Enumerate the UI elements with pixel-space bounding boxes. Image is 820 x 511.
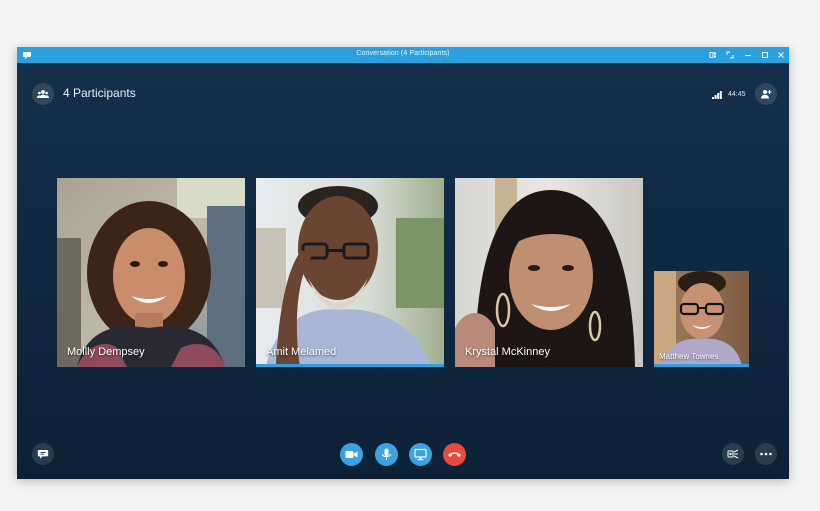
add-people-button[interactable] bbox=[755, 83, 777, 105]
window-title: Conversation (4 Participants) bbox=[356, 50, 450, 57]
screen-layout-icon[interactable] bbox=[708, 50, 718, 60]
video-toggle-button[interactable] bbox=[340, 443, 363, 466]
participant-name: Matthew Townes bbox=[659, 352, 719, 361]
participant-tile[interactable]: Amit Melamed bbox=[256, 178, 444, 367]
participant-name: Krystal McKinney bbox=[465, 346, 550, 358]
participant-name: Amit Melamed bbox=[266, 346, 337, 358]
microphone-icon bbox=[381, 448, 392, 460]
mute-button[interactable] bbox=[375, 443, 398, 466]
participant-video bbox=[455, 178, 643, 367]
call-timer: 44:45 bbox=[728, 91, 746, 98]
people-icon bbox=[37, 90, 49, 98]
participant-video bbox=[57, 178, 245, 367]
active-speaker-indicator bbox=[256, 364, 444, 367]
chat-button[interactable] bbox=[32, 443, 54, 465]
title-bar: Conversation (4 Participants) bbox=[17, 47, 789, 63]
participant-tile-self[interactable]: Matthew Townes bbox=[654, 271, 749, 367]
active-speaker-indicator bbox=[654, 364, 749, 367]
call-quality-button[interactable] bbox=[722, 443, 744, 465]
more-options-icon bbox=[760, 452, 772, 456]
participant-name: Mollly Dempsey bbox=[67, 346, 145, 358]
call-window: Conversation (4 Participants) 4 Particip… bbox=[17, 47, 789, 479]
screen-share-icon bbox=[414, 448, 427, 461]
participant-tile[interactable]: Mollly Dempsey bbox=[57, 178, 245, 367]
participants-button[interactable] bbox=[32, 83, 54, 105]
video-camera-icon bbox=[345, 451, 358, 458]
participants-count-label: 4 Participants bbox=[63, 86, 136, 100]
participant-video bbox=[256, 178, 444, 367]
participant-tile[interactable]: Krystal McKinney bbox=[455, 178, 643, 367]
add-person-icon bbox=[761, 90, 772, 99]
fullscreen-icon[interactable] bbox=[725, 50, 735, 60]
signal-bars-icon bbox=[712, 91, 722, 99]
maximize-icon[interactable] bbox=[760, 50, 770, 60]
end-call-button[interactable] bbox=[443, 443, 466, 466]
end-call-icon bbox=[448, 452, 461, 457]
chat-bubble-icon bbox=[37, 450, 49, 459]
close-icon[interactable] bbox=[776, 50, 786, 60]
share-screen-button[interactable] bbox=[409, 443, 432, 466]
minimize-icon[interactable] bbox=[743, 50, 753, 60]
call-quality-icon bbox=[727, 449, 739, 459]
more-options-button[interactable] bbox=[755, 443, 777, 465]
